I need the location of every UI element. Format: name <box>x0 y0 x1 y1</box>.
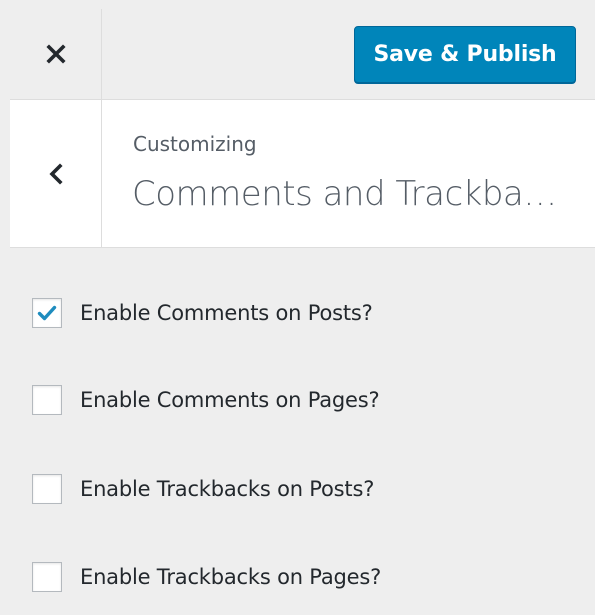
section-header: Customizing Comments and Trackbacks <box>10 100 595 248</box>
control-label: Enable Comments on Posts? <box>80 301 373 325</box>
control-trackbacks-pages[interactable]: Enable Trackbacks on Pages? <box>32 562 381 592</box>
save-publish-button[interactable]: Save & Publish <box>354 26 576 83</box>
section-title: Comments and Trackbacks <box>132 174 572 214</box>
close-icon <box>45 44 66 64</box>
checkbox-trackbacks-pages[interactable] <box>32 562 62 592</box>
control-comments-pages[interactable]: Enable Comments on Pages? <box>32 385 380 415</box>
checkbox-comments-posts[interactable] <box>32 298 62 328</box>
back-button[interactable] <box>10 100 102 247</box>
checkbox-comments-pages[interactable] <box>32 385 62 415</box>
control-comments-posts[interactable]: Enable Comments on Posts? <box>32 298 373 328</box>
control-label: Enable Trackbacks on Posts? <box>80 477 375 501</box>
customizer-panel: Save & Publish Customizing Comments and … <box>0 0 595 615</box>
checkbox-trackbacks-posts[interactable] <box>32 474 62 504</box>
control-label: Enable Comments on Pages? <box>80 388 380 412</box>
chevron-left-icon <box>48 162 63 185</box>
checkmark-icon <box>37 305 57 321</box>
customizer-header: Save & Publish <box>10 9 595 100</box>
control-label: Enable Trackbacks on Pages? <box>80 565 382 589</box>
close-button[interactable] <box>10 9 102 99</box>
controls-list: Enable Comments on Posts? Enable Comment… <box>10 248 595 615</box>
control-trackbacks-posts[interactable]: Enable Trackbacks on Posts? <box>32 474 374 504</box>
customizing-label: Customizing <box>133 132 257 156</box>
